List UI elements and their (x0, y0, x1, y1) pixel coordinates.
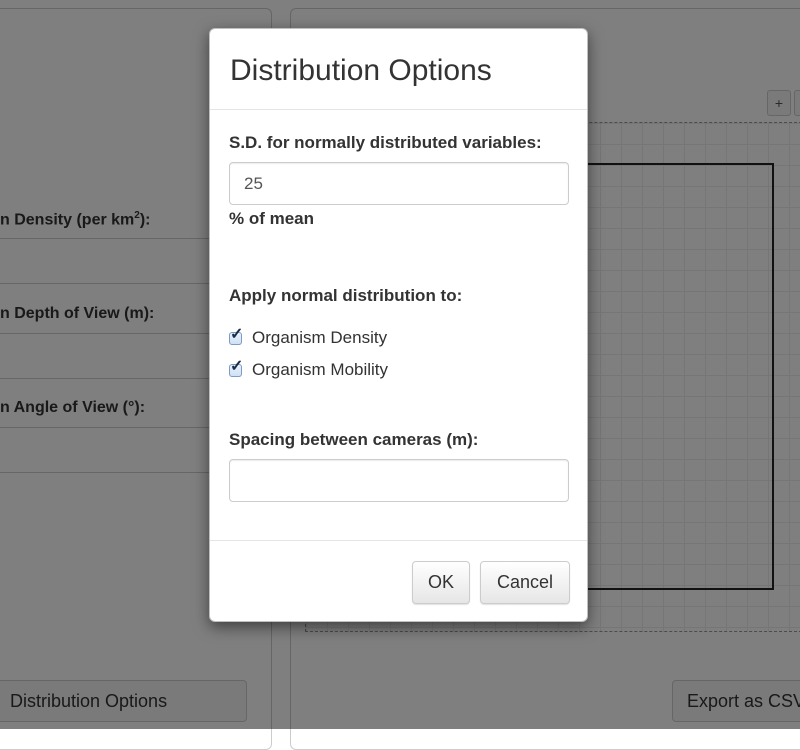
checkbox-label: Organism Mobility (252, 360, 389, 379)
sd-input[interactable] (229, 162, 569, 205)
checkbox[interactable]: ✓ (229, 326, 243, 345)
checkbox-label: Organism Density (252, 328, 388, 347)
sd-unit-label: % of mean (229, 209, 315, 228)
modal-header: Distribution Options (210, 29, 587, 110)
modal-title: Distribution Options (230, 54, 492, 87)
ok-button[interactable]: OK (412, 561, 470, 604)
check-icon: ✓ (230, 325, 244, 343)
checkbox-organism-density[interactable]: ✓ Organism Density (229, 326, 388, 348)
checkbox[interactable]: ✓ (229, 358, 243, 377)
sd-label: S.D. for normally distributed variables: (229, 133, 542, 152)
cancel-button[interactable]: Cancel (480, 561, 570, 604)
check-icon: ✓ (230, 357, 244, 375)
apply-label: Apply normal distribution to: (229, 286, 463, 305)
modal-footer: OK Cancel (210, 541, 587, 623)
distribution-options-dialog: Distribution Options S.D. for normally d… (209, 28, 588, 622)
spacing-input[interactable] (229, 459, 569, 502)
checkbox-organism-mobility[interactable]: ✓ Organism Mobility (229, 358, 389, 380)
spacing-label: Spacing between cameras (m): (229, 430, 479, 449)
modal-body: S.D. for normally distributed variables:… (210, 110, 587, 541)
